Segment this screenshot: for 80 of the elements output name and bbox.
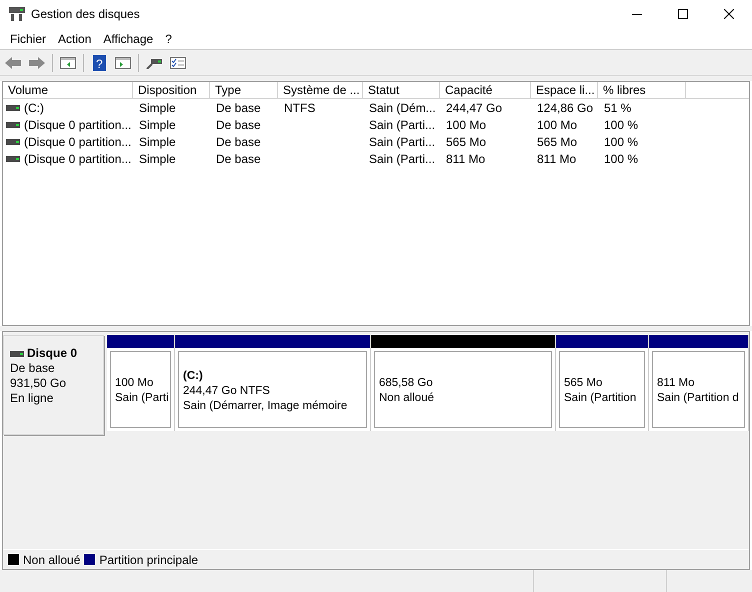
partition-segment[interactable]: 811 Mo Sain (Partition d [649, 335, 749, 431]
partition-text: 685,58 Go [379, 376, 434, 391]
table-cell-text: Sain (Parti... [369, 150, 436, 168]
table-cell-text: Sain (Parti... [369, 116, 436, 134]
help-button[interactable]: ? [88, 52, 110, 72]
table-cell-text: Sain (Dém... [369, 100, 436, 116]
disk-status: En ligne [10, 391, 54, 406]
partition-text: Sain (Partition [564, 391, 638, 406]
partition-text: 565 Mo [564, 376, 604, 391]
partition-segment[interactable]: 685,58 Go Non alloué [371, 335, 556, 431]
table-cell-text: (Disque 0 partition... [24, 134, 132, 150]
table-cell-text: (C:) [24, 100, 44, 116]
volume-icon [6, 156, 20, 162]
table-cell-text: 100 % [604, 150, 638, 168]
column-header[interactable]: % libres [598, 82, 686, 98]
table-cell-text: Simple [139, 116, 176, 134]
table-cell-text: Simple [139, 150, 176, 168]
table-cell-text: 100 % [604, 134, 638, 150]
close-icon [724, 9, 734, 19]
help-icon: ? [92, 54, 106, 70]
table-cell-text: Sain (Parti... [369, 134, 436, 150]
legend-label: Non alloué [23, 552, 80, 568]
table-cell-text: (Disque 0 partition... [24, 150, 132, 168]
column-header[interactable]: Disposition [133, 82, 210, 98]
table-cell-text: 565 Mo [537, 134, 578, 150]
disk-name: Disque 0 [27, 346, 78, 361]
volume-icon [6, 104, 20, 110]
partition-text: 244,47 Go NTFS [183, 384, 271, 398]
column-header[interactable]: Volume [3, 82, 133, 98]
menu-item[interactable]: Action [52, 30, 98, 48]
partition-segment[interactable]: 100 Mo Sain (Parti [107, 335, 175, 431]
panel-icon [60, 56, 76, 68]
table-cell-text: De base [216, 116, 261, 134]
table-cell-text: 811 Mo [537, 150, 576, 168]
table-cell-text: NTFS [284, 100, 316, 116]
table-cell-text: 100 % [604, 116, 638, 134]
maximize-icon [678, 9, 688, 19]
checklist-icon [170, 56, 186, 68]
column-header[interactable]: Statut [363, 82, 440, 98]
table-cell-text: 100 Mo [446, 116, 486, 134]
panel-icon [115, 56, 131, 68]
column-header[interactable]: Système de ... [278, 82, 363, 98]
column-header[interactable]: Type [210, 82, 278, 98]
window-title: Gestion des disques [31, 6, 140, 23]
partition-title: (C:) [183, 368, 204, 384]
table-cell-text: 244,47 Go [446, 100, 502, 116]
table-cell-text: De base [216, 150, 261, 168]
menu-item[interactable]: Affichage [97, 30, 160, 48]
column-header[interactable]: Espace li... [531, 82, 598, 98]
menu-item[interactable]: ? [159, 30, 178, 48]
table-cell-text: De base [216, 100, 261, 116]
table-cell-text: 124,86 Go [537, 100, 594, 116]
drive-probe-icon [146, 56, 162, 68]
partition-segment[interactable]: 565 Mo Sain (Partition [556, 335, 649, 431]
partition-text: 811 Mo [657, 376, 696, 391]
disk-management-icon [9, 7, 25, 21]
column-header[interactable]: Capacité [440, 82, 531, 98]
disk-type: De base [10, 361, 56, 376]
disk-size: 931,50 Go [10, 376, 68, 391]
table-cell-text: 51 % [604, 100, 632, 116]
partition-text: Sain (Parti [115, 391, 166, 406]
back-arrow-icon [5, 56, 21, 68]
partition-text: Non alloué [379, 391, 435, 406]
table-cell-text: 811 Mo [446, 150, 486, 168]
table-cell-text: 100 Mo [537, 116, 578, 134]
partition-text: 100 Mo [115, 376, 154, 391]
table-cell-text: (Disque 0 partition... [24, 116, 132, 134]
table-cell-text: Simple [139, 134, 176, 150]
table-cell-text: 565 Mo [446, 134, 486, 150]
legend-label: Partition principale [99, 552, 198, 568]
forward-arrow-icon [29, 56, 45, 68]
volume-icon [6, 122, 20, 128]
table-cell-text: De base [216, 134, 261, 150]
volume-icon [6, 138, 20, 144]
partition-text: Sain (Partition d [657, 391, 740, 406]
menu-item[interactable]: Fichier [4, 30, 52, 48]
disk-info-panel[interactable]: Disque 0 De base 931,50 Go En ligne [3, 335, 104, 435]
table-cell-text: Simple [139, 100, 176, 116]
partition-segment[interactable]: (C:) 244,47 Go NTFS Sain (Démarrer, Image mémoire [175, 335, 371, 431]
partition-text: Sain (Démarrer, Image mémoire [183, 398, 348, 414]
